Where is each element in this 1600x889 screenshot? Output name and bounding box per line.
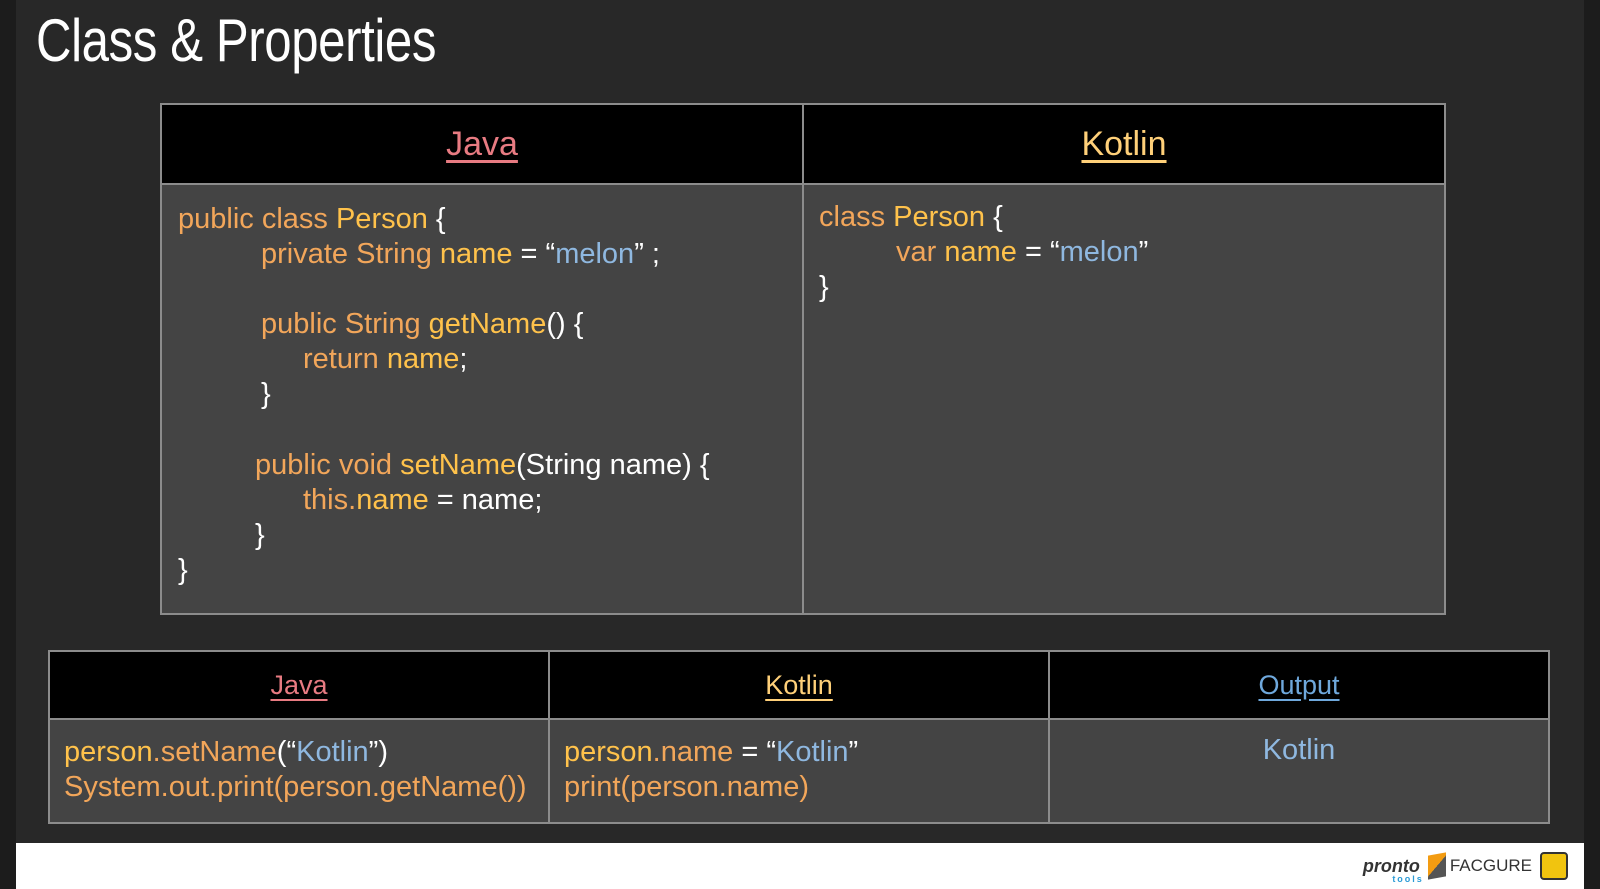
code-token: Person: [893, 201, 994, 233]
code-line: class Person {: [819, 199, 1003, 235]
code-token: class: [819, 201, 894, 233]
code-token: }: [178, 554, 188, 586]
code-token: }: [819, 271, 829, 303]
code-token: ” ;: [634, 238, 660, 270]
code-token: setName: [400, 449, 517, 481]
code-token: name: [944, 236, 1025, 268]
header-output-label: Output: [1258, 669, 1340, 700]
code-token: Person: [335, 203, 436, 235]
code-line: private String name = “melon” ;: [261, 236, 660, 272]
code-token: getName: [428, 308, 547, 340]
code-token: () {: [546, 308, 584, 340]
code-token: Kotlin: [296, 736, 369, 768]
facgure-logo: FACGURE: [1427, 852, 1532, 880]
code-token: person: [64, 736, 153, 768]
comparison-table-bottom: Java Kotlin Output person.setName(“Kotli…: [48, 650, 1550, 824]
code-token: this.: [303, 484, 357, 516]
code-line: public class Person {: [178, 201, 446, 237]
code-token: ”: [1138, 236, 1149, 268]
code-token: .name: [652, 736, 742, 768]
code-token: {: [993, 201, 1003, 233]
code-token: = name;: [436, 484, 543, 516]
code-line: return name;: [303, 341, 467, 377]
code-token: var: [896, 236, 945, 268]
code-line: System.out.print(person.getName()): [64, 769, 527, 805]
code-token: ”): [368, 736, 388, 768]
header-kotlin-label: Kotlin: [1081, 124, 1167, 163]
facgure-mark-icon: [1427, 852, 1446, 880]
kotlin-code-cell: class Person {var name = “melon”}: [802, 183, 1446, 615]
slide-title: Class & Properties: [36, 7, 437, 74]
code-token: (“: [276, 736, 297, 768]
code-token: public void: [255, 449, 401, 481]
footer-bar: pronto tools FACGURE: [16, 843, 1584, 889]
code-line: public void setName(String name) {: [255, 447, 710, 483]
code-token: return: [303, 343, 387, 375]
code-token: print(person.name): [564, 771, 809, 803]
output-cell: Kotlin: [1048, 718, 1550, 824]
tv-logo-icon: [1540, 852, 1568, 880]
header-java-label: Java: [270, 669, 328, 700]
code-token: System.out.print(person.getName()): [64, 771, 527, 803]
code-token: melon: [555, 238, 635, 270]
header-java: Java: [48, 650, 550, 720]
code-token: }: [255, 519, 265, 551]
code-token: public class: [178, 203, 336, 235]
code-token: melon: [1059, 236, 1139, 268]
code-token: = “: [520, 238, 556, 270]
code-line: person.setName(“Kotlin”): [64, 734, 388, 770]
code-token: ;: [459, 343, 468, 375]
header-kotlin: Kotlin: [548, 650, 1050, 720]
code-line: }: [255, 517, 265, 553]
code-line: person.name = “Kotlin”: [564, 734, 858, 770]
footer-logos: pronto tools FACGURE: [1362, 849, 1568, 884]
code-token: {: [435, 203, 446, 235]
pronto-tools-logo: pronto tools: [1362, 855, 1424, 884]
comparison-table-top: Java Kotlin public class Person {private…: [160, 103, 1446, 615]
code-line: public String getName() {: [261, 306, 583, 342]
code-token: }: [261, 378, 271, 410]
code-line: this.name = name;: [303, 482, 542, 518]
code-token: name: [386, 343, 460, 375]
code-token: person: [564, 736, 653, 768]
header-kotlin: Kotlin: [802, 103, 1446, 185]
code-line: }: [261, 376, 271, 412]
header-kotlin-label: Kotlin: [765, 669, 833, 700]
header-java-label: Java: [446, 124, 518, 163]
slide: Class & Properties Java Kotlin public cl…: [16, 0, 1584, 843]
code-token: Kotlin: [776, 736, 849, 768]
java-usage-cell: person.setName(“Kotlin”) System.out.print…: [48, 718, 550, 824]
java-code-cell: public class Person {private String name…: [160, 183, 804, 615]
code-token: .setName: [152, 736, 277, 768]
code-token: = “: [741, 736, 776, 768]
code-token: name: [356, 484, 437, 516]
kotlin-usage-cell: person.name = “Kotlin” print(person.name): [548, 718, 1050, 824]
code-token: (String name) {: [516, 449, 710, 481]
code-line: }: [819, 269, 829, 305]
code-token: public String: [261, 308, 429, 340]
code-token: ”: [848, 736, 859, 768]
header-java: Java: [160, 103, 804, 185]
output-value: Kotlin: [1262, 734, 1336, 766]
code-line: }: [178, 552, 188, 588]
code-token: private String: [261, 238, 440, 270]
code-line: print(person.name): [564, 769, 809, 805]
code-token: name: [439, 238, 521, 270]
header-output: Output: [1048, 650, 1550, 720]
code-token: = “: [1024, 236, 1060, 268]
code-line: var name = “melon”: [896, 234, 1148, 270]
